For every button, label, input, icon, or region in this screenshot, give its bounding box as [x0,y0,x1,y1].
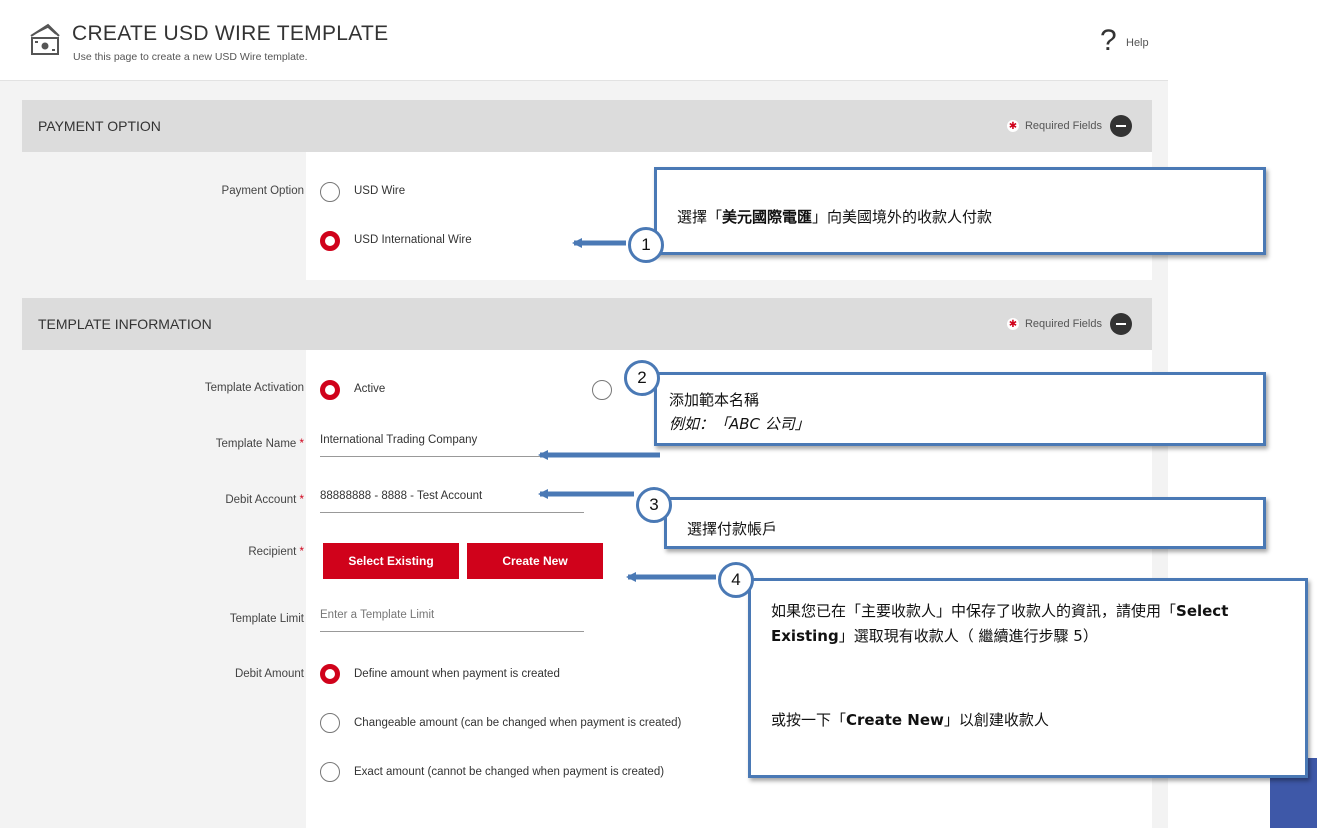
page-header: CREATE USD WIRE TEMPLATE Use this page t… [0,0,1168,81]
help-link[interactable]: Help [1126,37,1149,49]
radio-label-changeable-amount: Changeable amount (can be changed when p… [354,717,682,729]
label-column [22,152,306,280]
radio-label-usd-international-wire: USD International Wire [354,234,472,246]
callout-3-text: 選擇付款帳戶 [687,520,778,538]
radio-usd-wire[interactable] [320,182,340,202]
template-name-input[interactable]: International Trading Company [320,434,580,457]
callout-number-4: 4 [718,562,754,598]
required-fields-note: ✱ Required Fields [1006,318,1102,331]
page-title: CREATE USD WIRE TEMPLATE [72,22,389,45]
callout-4-paragraph-2: 或按一下「Create New」以創建收款人 [771,711,1049,729]
create-new-button[interactable]: Create New [467,543,603,579]
required-fields-note: ✱ Required Fields [1006,120,1102,133]
help-icon[interactable]: ? [1100,24,1117,58]
payment-option-label: Payment Option [221,185,304,197]
callout-number-2: 2 [624,360,660,396]
page-subtitle: Use this page to create a new USD Wire t… [73,51,308,63]
template-activation-label: Template Activation [204,382,304,394]
callout-box-2: 添加範本名稱 例如：「ABC 公司」 [654,372,1266,446]
template-information-section-header[interactable]: TEMPLATE INFORMATION ✱ Required Fields [22,298,1152,350]
callout-box-3: 選擇付款帳戶 [664,497,1266,549]
radio-exact-amount[interactable] [320,762,340,782]
section-title: TEMPLATE INFORMATION [38,316,212,332]
radio-changeable-amount[interactable] [320,713,340,733]
payment-option-section-header[interactable]: PAYMENT OPTION ✱ Required Fields [22,100,1152,152]
radio-label-define-amount: Define amount when payment is created [354,668,560,680]
radio-usd-international-wire[interactable] [320,231,340,251]
required-star-icon: ✱ [1006,120,1019,133]
callout-2-line1: 添加範本名稱 [669,391,760,409]
radio-label-usd-wire: USD Wire [354,185,406,197]
collapse-icon[interactable] [1110,115,1132,137]
callout-1-text: 選擇「美元國際電匯」向美國境外的收款人付款 [677,208,993,226]
label-column [22,350,306,828]
debit-amount-label: Debit Amount [234,668,304,680]
radio-active[interactable] [320,380,340,400]
radio-label-active: Active [354,383,386,395]
radio-inactive[interactable] [592,380,612,400]
callout-4-paragraph-1: 如果您已在「主要收款人」中保存了收款人的資訊，請使用「Select Existi… [771,602,1229,645]
select-existing-button[interactable]: Select Existing [323,543,459,579]
radio-label-exact-amount: Exact amount (cannot be changed when pay… [354,766,665,778]
recipient-label: Recipient * [248,546,304,558]
callout-number-1: 1 [628,227,664,263]
template-limit-label: Template Limit [229,613,304,625]
wire-money-icon [30,23,60,55]
section-title: PAYMENT OPTION [38,118,161,134]
debit-account-select[interactable]: 88888888 - 8888 - Test Account [320,490,584,513]
debit-account-label: Debit Account * [225,494,304,506]
callout-box-4: 如果您已在「主要收款人」中保存了收款人的資訊，請使用「Select Existi… [748,578,1308,778]
collapse-icon[interactable] [1110,313,1132,335]
callout-box-1: 選擇「美元國際電匯」向美國境外的收款人付款 [654,167,1266,255]
template-name-label: Template Name * [215,438,304,450]
callout-number-3: 3 [636,487,672,523]
callout-2-line2: 例如：「ABC 公司」 [669,415,810,433]
required-star-icon: ✱ [1006,318,1019,331]
template-limit-input[interactable]: Enter a Template Limit [320,609,584,632]
radio-define-amount[interactable] [320,664,340,684]
